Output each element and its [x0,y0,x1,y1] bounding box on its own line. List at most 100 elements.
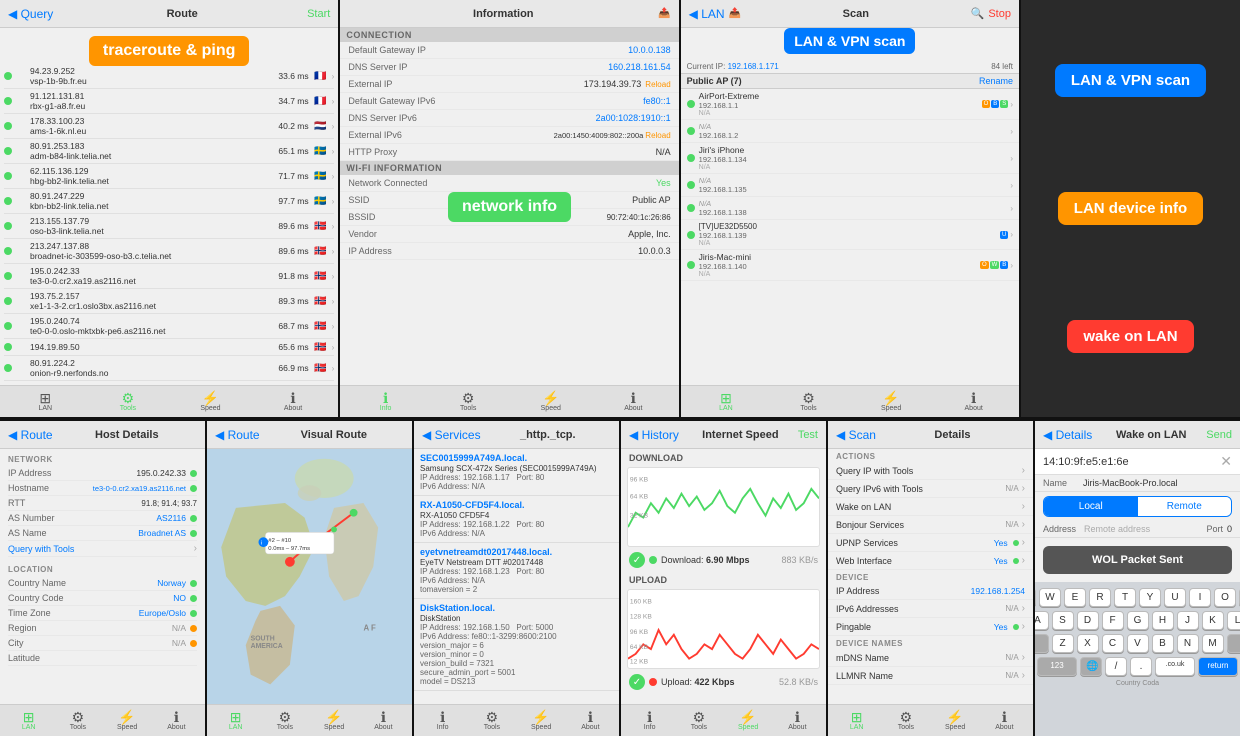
gateway-ipv6-row: Default Gateway IPv6 fe80::1 [340,93,678,110]
svg-text:96 KB: 96 KB [630,476,649,483]
service-samsung[interactable]: SEC0015999A749A.local. Samsung SCX-472x … [414,449,619,496]
bonjour-action[interactable]: Bonjour Services N/A › [828,516,1033,534]
query-ipv6-action[interactable]: Query IPv6 with Tools N/A › [828,480,1033,498]
footer-speed-b1[interactable]: ⚡Speed [113,707,141,735]
key-b[interactable]: B [1152,634,1174,653]
key-globe[interactable]: 🌐 [1080,657,1102,676]
footer-info-b4[interactable]: ℹInfo [636,707,664,735]
footer-info[interactable]: ℹInfo [372,388,400,416]
key-y[interactable]: Y [1139,588,1161,607]
as-name-detail: AS Name Broadnet AS [8,526,197,541]
footer-tools-b2[interactable]: ⚙Tools [271,707,299,735]
rename-button[interactable]: Rename [979,76,1013,86]
wake-on-lan-action[interactable]: Wake on LAN › [828,498,1033,516]
key-t[interactable]: T [1114,588,1136,607]
footer-about-b2[interactable]: ℹAbout [369,707,397,735]
service-diskstation[interactable]: DiskStation.local. DiskStation IP Addres… [414,599,619,691]
key-i[interactable]: I [1189,588,1211,607]
footer-lan-b2[interactable]: ⊞LAN [222,707,250,735]
lan-device-mac-mini: Jiris-Mac-mini 192.168.1.140 N/A O W B › [681,250,1019,281]
key-s[interactable]: S [1052,611,1074,630]
footer-speed2[interactable]: ⚡Speed [537,388,565,416]
key-q[interactable]: Q [1035,588,1036,607]
send-button[interactable]: Send [1206,429,1232,441]
footer-tools-b1[interactable]: ⚙Tools [64,707,92,735]
local-remote-tabs[interactable]: Local Remote [1043,496,1232,517]
footer-tools-b4[interactable]: ⚙Tools [685,707,713,735]
footer-speed-b3[interactable]: ⚡Speed [527,707,555,735]
lan-device-138: N/A 192.168.1.138 › [681,197,1019,220]
svg-text:i: i [261,541,262,547]
port-value[interactable]: 0 [1227,524,1232,534]
footer-about-b5[interactable]: ℹAbout [990,707,1018,735]
footer-tools-b5[interactable]: ⚙Tools [892,707,920,735]
key-123[interactable]: 123 [1037,657,1077,676]
key-e[interactable]: E [1064,588,1086,607]
key-o[interactable]: O [1214,588,1236,607]
query-ip-action[interactable]: Query IP with Tools › [828,462,1033,480]
clear-mac-button[interactable]: ✕ [1220,453,1232,470]
key-x[interactable]: X [1077,634,1099,653]
key-d[interactable]: D [1077,611,1099,630]
service-rx[interactable]: RX-A1050-CFD5F4.local. RX-A1050 CFD5F4 I… [414,496,619,543]
footer-lan-b5[interactable]: ⊞LAN [843,707,871,735]
key-v[interactable]: V [1127,634,1149,653]
footer-lan-b1[interactable]: ⊞LAN [15,707,43,735]
start-button[interactable]: Start [307,8,330,20]
panel2-top-title: Information [348,8,658,20]
footer-tools2[interactable]: ⚙Tools [454,388,482,416]
key-l[interactable]: L [1227,611,1240,630]
key-shift[interactable]: ⇧ [1035,634,1049,653]
footer-about-b4[interactable]: ℹAbout [783,707,811,735]
key-a[interactable]: A [1035,611,1049,630]
web-interface-action[interactable]: Web Interface Yes › [828,552,1033,570]
footer-tools[interactable]: ⚙Tools [114,388,142,416]
network-section-label: NETWORK [8,455,197,464]
key-w[interactable]: W [1039,588,1061,607]
footer-lan[interactable]: ⊞LAN [31,388,59,416]
route-row: 80.91.253.183adm-b84-link.telia.net 65.1… [4,139,334,164]
service-eyetv[interactable]: eyetvnetreamdt02017448.local. EyeTV Nets… [414,543,619,599]
key-c[interactable]: C [1102,634,1124,653]
key-dot[interactable]: . [1130,657,1152,676]
key-r[interactable]: R [1089,588,1111,607]
footer-tools3[interactable]: ⚙Tools [795,388,823,416]
footer-about-b1[interactable]: ℹAbout [162,707,190,735]
key-co-uk[interactable]: .co.uk [1155,657,1195,676]
key-g[interactable]: G [1127,611,1149,630]
test-button[interactable]: Test [798,429,818,441]
lan-device-iphone: Jiri's iPhone 192.168.1.134 N/A › [681,143,1019,174]
footer-tools-b3[interactable]: ⚙Tools [478,707,506,735]
key-z[interactable]: Z [1052,634,1074,653]
footer-info-b3[interactable]: ℹInfo [429,707,457,735]
footer-speed3[interactable]: ⚡Speed [877,388,905,416]
remote-address-input[interactable]: Remote address [1084,524,1206,534]
footer-lan2[interactable]: ⊞LAN [712,388,740,416]
key-n[interactable]: N [1177,634,1199,653]
query-tools-detail[interactable]: Query with Tools › [8,541,197,557]
footer-speed-b2[interactable]: ⚡Speed [320,707,348,735]
footer-about2[interactable]: ℹAbout [619,388,647,416]
key-delete[interactable]: ⌫ [1227,634,1240,653]
key-k[interactable]: K [1202,611,1224,630]
key-u[interactable]: U [1164,588,1186,607]
upnp-action[interactable]: UPNP Services Yes › [828,534,1033,552]
footer-speed[interactable]: ⚡Speed [196,388,224,416]
key-h[interactable]: H [1152,611,1174,630]
footer-about3[interactable]: ℹAbout [960,388,988,416]
local-tab[interactable]: Local [1044,497,1138,516]
footer-speed-b4[interactable]: ⚡Speed [734,707,762,735]
wol-packet-sent-button[interactable]: WOL Packet Sent [1043,546,1232,574]
footer-about-b3[interactable]: ℹAbout [576,707,604,735]
key-slash[interactable]: / [1105,657,1127,676]
key-m[interactable]: M [1202,634,1224,653]
key-return[interactable]: return [1198,657,1238,676]
remote-tab[interactable]: Remote [1138,497,1232,516]
panel1-top-title: Route [57,8,307,20]
footer-about[interactable]: ℹAbout [279,388,307,416]
footer-speed-b5[interactable]: ⚡Speed [941,707,969,735]
route-row: 194.19.89.50 65.6 ms 🇳🇴 › [4,339,334,356]
key-j[interactable]: J [1177,611,1199,630]
key-f[interactable]: F [1102,611,1124,630]
stop-button[interactable]: Stop [988,8,1011,20]
